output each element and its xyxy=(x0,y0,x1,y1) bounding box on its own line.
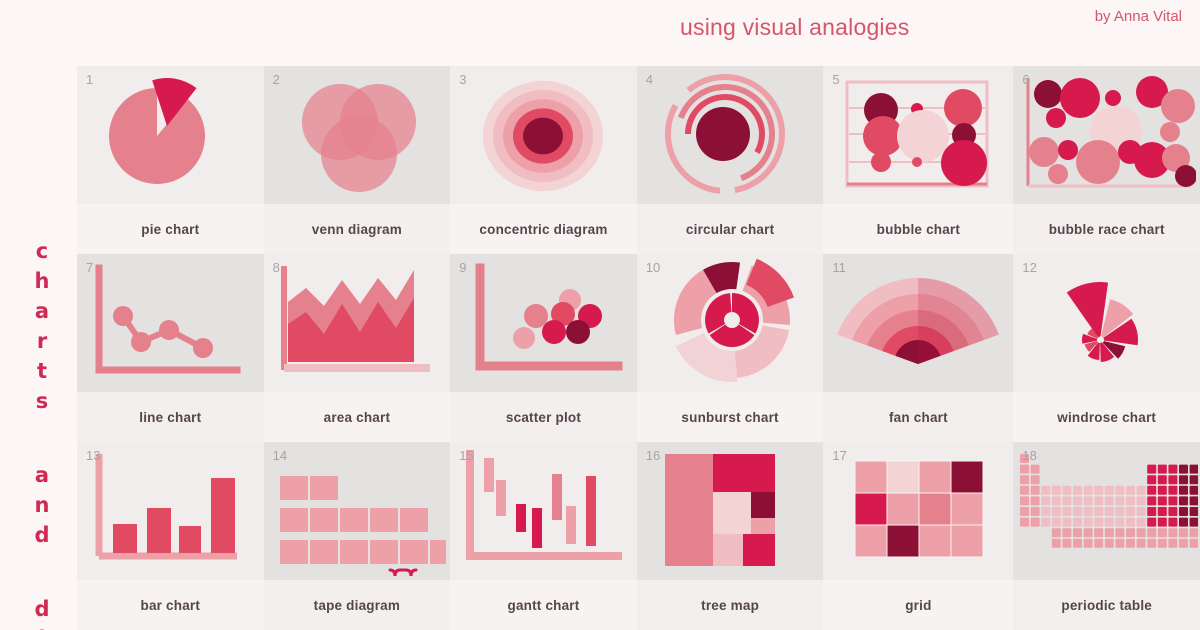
cell-number: 6 xyxy=(1022,72,1030,87)
cell-number: 15 xyxy=(459,448,474,463)
chart-gallery-grid: 1 pie chart 2 venn diagram 3 concentric diagr… xyxy=(77,66,1200,630)
side-label-letter: n xyxy=(34,493,50,517)
cell-number: 8 xyxy=(272,260,280,275)
cell-label: sunburst chart xyxy=(636,392,824,442)
tape-icon: 14 xyxy=(263,442,451,580)
scatter-icon: 9 xyxy=(450,254,637,392)
concentric-icon: 3 xyxy=(450,66,637,204)
cell-label: tree map xyxy=(636,580,824,630)
gallery-cell-fan-chart[interactable]: 11 fan chart xyxy=(823,254,1014,442)
cell-label: grid xyxy=(823,580,1014,630)
gallery-cell-circular-chart[interactable]: 4 circular chart xyxy=(636,66,824,254)
side-label-letter: c xyxy=(35,239,49,263)
pie-icon: 1 xyxy=(77,66,264,204)
cell-label: venn diagram xyxy=(263,204,451,254)
sunburst-icon: 10 xyxy=(636,254,824,392)
side-label-letter: a xyxy=(34,463,50,487)
fan-icon: 11 xyxy=(823,254,1014,392)
gallery-cell-tape-diagram[interactable]: 14 tape diagram xyxy=(263,442,451,630)
gallery-cell-venn-diagram[interactable]: 2 venn diagram xyxy=(263,66,451,254)
gallery-cell-bubble-race-chart[interactable]: 6 bubble race chart xyxy=(1013,66,1200,254)
side-label-letter: a xyxy=(34,299,50,323)
cell-number: 12 xyxy=(1022,260,1037,275)
cell-number: 11 xyxy=(832,260,846,275)
page-title: using visual analogies xyxy=(680,14,910,40)
gallery-cell-concentric-diagram[interactable]: 3 concentric diagram xyxy=(450,66,637,254)
cell-number: 10 xyxy=(645,260,661,275)
venn-icon: 2 xyxy=(263,66,451,204)
gallery-cell-grid[interactable]: 17 grid xyxy=(823,442,1014,630)
circular-icon: 4 xyxy=(636,66,824,204)
gallery-cell-windrose-chart[interactable]: 12 windrose chart xyxy=(1013,254,1200,442)
cell-number: 1 xyxy=(86,72,94,87)
gallery-cell-area-chart[interactable]: 8 area chart xyxy=(263,254,451,442)
cell-number: 18 xyxy=(1022,448,1037,463)
bubble-icon: 5 xyxy=(823,66,1014,204)
gallery-cell-sunburst-chart[interactable]: 10 sunburst chart xyxy=(636,254,824,442)
side-label-letter: r xyxy=(36,329,48,353)
gallery-cell-pie-chart[interactable]: 1 pie chart xyxy=(77,66,264,254)
windrose-icon: 12 xyxy=(1013,254,1200,392)
cell-label: circular chart xyxy=(636,204,824,254)
gallery-cell-bar-chart[interactable]: 13 bar chart xyxy=(77,442,264,630)
side-label-letter: h xyxy=(34,269,50,293)
cell-label: tape diagram xyxy=(263,580,451,630)
cell-number: 17 xyxy=(832,448,847,463)
cell-label: gantt chart xyxy=(450,580,637,630)
side-vertical-label: chartsanddi xyxy=(22,236,62,630)
side-label-letter: t xyxy=(36,359,48,383)
cell-number: 3 xyxy=(459,72,467,87)
gallery-cell-periodic-table[interactable]: 18 periodic table xyxy=(1013,442,1200,630)
bubblerace-icon: 6 xyxy=(1013,66,1200,204)
cell-number: 9 xyxy=(459,260,467,275)
periodic-icon: 18 xyxy=(1013,442,1200,580)
gallery-cell-bubble-chart[interactable]: 5 bubble chart xyxy=(823,66,1014,254)
cell-number: 13 xyxy=(86,448,101,463)
gallery-cell-tree-map[interactable]: 16 tree map xyxy=(636,442,824,630)
cell-label: bar chart xyxy=(77,580,264,630)
cell-number: 7 xyxy=(86,260,94,275)
page-header: using visual analogies by Anna Vital xyxy=(0,0,1200,62)
cell-label: area chart xyxy=(263,392,451,442)
cell-number: 4 xyxy=(645,72,654,87)
bar-icon: 13 xyxy=(77,442,264,580)
cell-label: concentric diagram xyxy=(450,204,637,254)
side-label-letter: d xyxy=(34,523,50,547)
infographic-root: using visual analogies by Anna Vital cha… xyxy=(0,0,1200,630)
cell-label: bubble chart xyxy=(823,204,1014,254)
gantt-icon: 15 xyxy=(450,442,637,580)
cell-label: windrose chart xyxy=(1013,392,1200,442)
gallery-cell-gantt-chart[interactable]: 15 gantt chart xyxy=(450,442,637,630)
byline: by Anna Vital xyxy=(1094,8,1182,25)
cell-label: scatter plot xyxy=(450,392,637,442)
cell-label: line chart xyxy=(77,392,264,442)
cell-number: 2 xyxy=(272,72,280,87)
cell-label: bubble race chart xyxy=(1013,204,1200,254)
line-icon: 7 xyxy=(77,254,264,392)
cell-number: 14 xyxy=(272,448,288,463)
gallery-cell-line-chart[interactable]: 7 line chart xyxy=(77,254,264,442)
side-label-letter: d xyxy=(34,597,50,621)
treemap-icon: 16 xyxy=(636,442,824,580)
area-icon: 8 xyxy=(263,254,451,392)
cell-label: fan chart xyxy=(823,392,1014,442)
cell-label: pie chart xyxy=(77,204,264,254)
cell-label: periodic table xyxy=(1013,580,1200,630)
gallery-cell-scatter-plot[interactable]: 9 scatter plot xyxy=(450,254,637,442)
side-label-letter: i xyxy=(38,624,45,630)
side-label-letter: s xyxy=(35,389,49,413)
cell-number: 5 xyxy=(832,72,840,87)
grid-icon: 17 xyxy=(823,442,1014,580)
cell-number: 16 xyxy=(645,448,661,463)
